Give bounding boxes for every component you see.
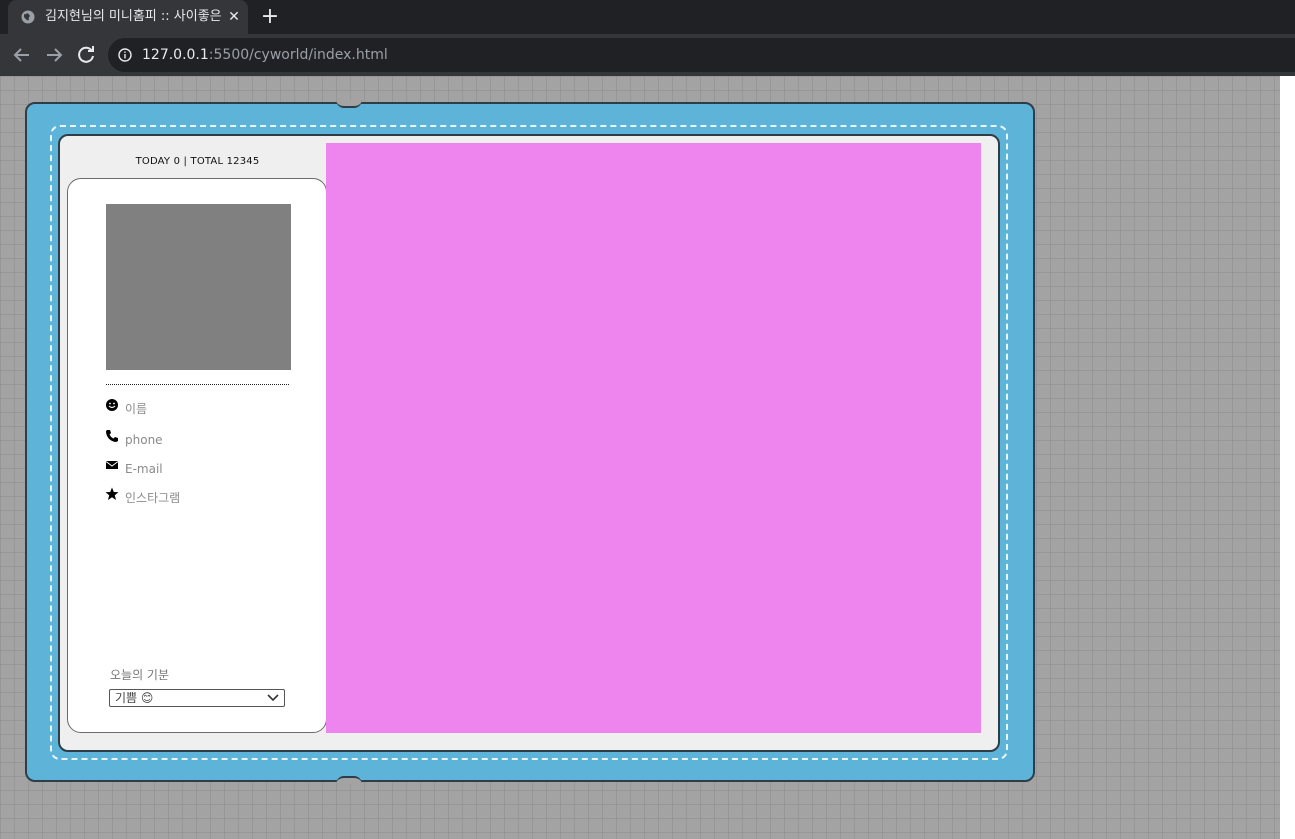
back-arrow-icon[interactable] xyxy=(10,43,34,67)
mood-select[interactable]: 기쁨 😊 xyxy=(109,689,285,707)
url-host: 127.0.0.1 xyxy=(142,47,209,63)
notebook-notch-bottom xyxy=(336,776,362,784)
close-tab-icon[interactable]: ✕ xyxy=(226,9,242,25)
notebook-cover: TODAY 0 | TOTAL 12345 이름 phone E-mail 인스… xyxy=(25,100,1035,784)
visitor-counter: TODAY 0 | TOTAL 12345 xyxy=(135,156,260,167)
profile-divider xyxy=(106,384,289,385)
profile-photo xyxy=(106,204,291,370)
browser-tab[interactable]: 김지현님의 미니홈피 :: 사이좋은 사람들 ✕ xyxy=(8,0,248,34)
phone-icon xyxy=(106,430,118,442)
notebook-page: TODAY 0 | TOTAL 12345 이름 phone E-mail 인스… xyxy=(58,134,1000,752)
url-text[interactable]: 127.0.0.1:5500/cyworld/index.html xyxy=(142,46,388,64)
main-content-panel xyxy=(326,143,981,733)
reload-icon[interactable] xyxy=(74,43,98,67)
url-path: :5500/cyworld/index.html xyxy=(208,47,388,63)
smile-icon xyxy=(106,399,118,411)
new-tab-button[interactable]: + xyxy=(258,5,282,29)
profile-name-label: 이름 xyxy=(125,402,148,416)
browser-tab-bar: 김지현님의 미니홈피 :: 사이좋은 사람들 ✕ + xyxy=(0,0,1295,34)
browser-toolbar: 127.0.0.1:5500/cyworld/index.html xyxy=(0,34,1295,76)
globe-icon xyxy=(21,10,35,24)
chevron-down-icon xyxy=(267,694,279,702)
address-bar[interactable]: 127.0.0.1:5500/cyworld/index.html xyxy=(108,38,1295,72)
tab-title: 김지현님의 미니홈피 :: 사이좋은 사람들 xyxy=(45,9,223,24)
profile-panel: 이름 phone E-mail 인스타그램 오늘의 기분 기쁨 😊 xyxy=(67,178,327,733)
star-icon xyxy=(105,487,119,500)
forward-arrow-icon[interactable] xyxy=(42,43,66,67)
envelope-icon xyxy=(105,461,119,469)
notebook-notch-top xyxy=(336,100,362,108)
profile-instagram-label: 인스타그램 xyxy=(125,491,181,505)
scrollbar-gutter xyxy=(1280,76,1295,839)
page-viewport: TODAY 0 | TOTAL 12345 이름 phone E-mail 인스… xyxy=(0,76,1280,839)
info-icon[interactable] xyxy=(118,48,132,62)
mood-label: 오늘의 기분 xyxy=(110,668,170,682)
profile-phone-label: phone xyxy=(125,433,163,447)
profile-email-label: E-mail xyxy=(125,462,163,476)
mood-selected-value: 기쁨 😊 xyxy=(115,691,154,705)
